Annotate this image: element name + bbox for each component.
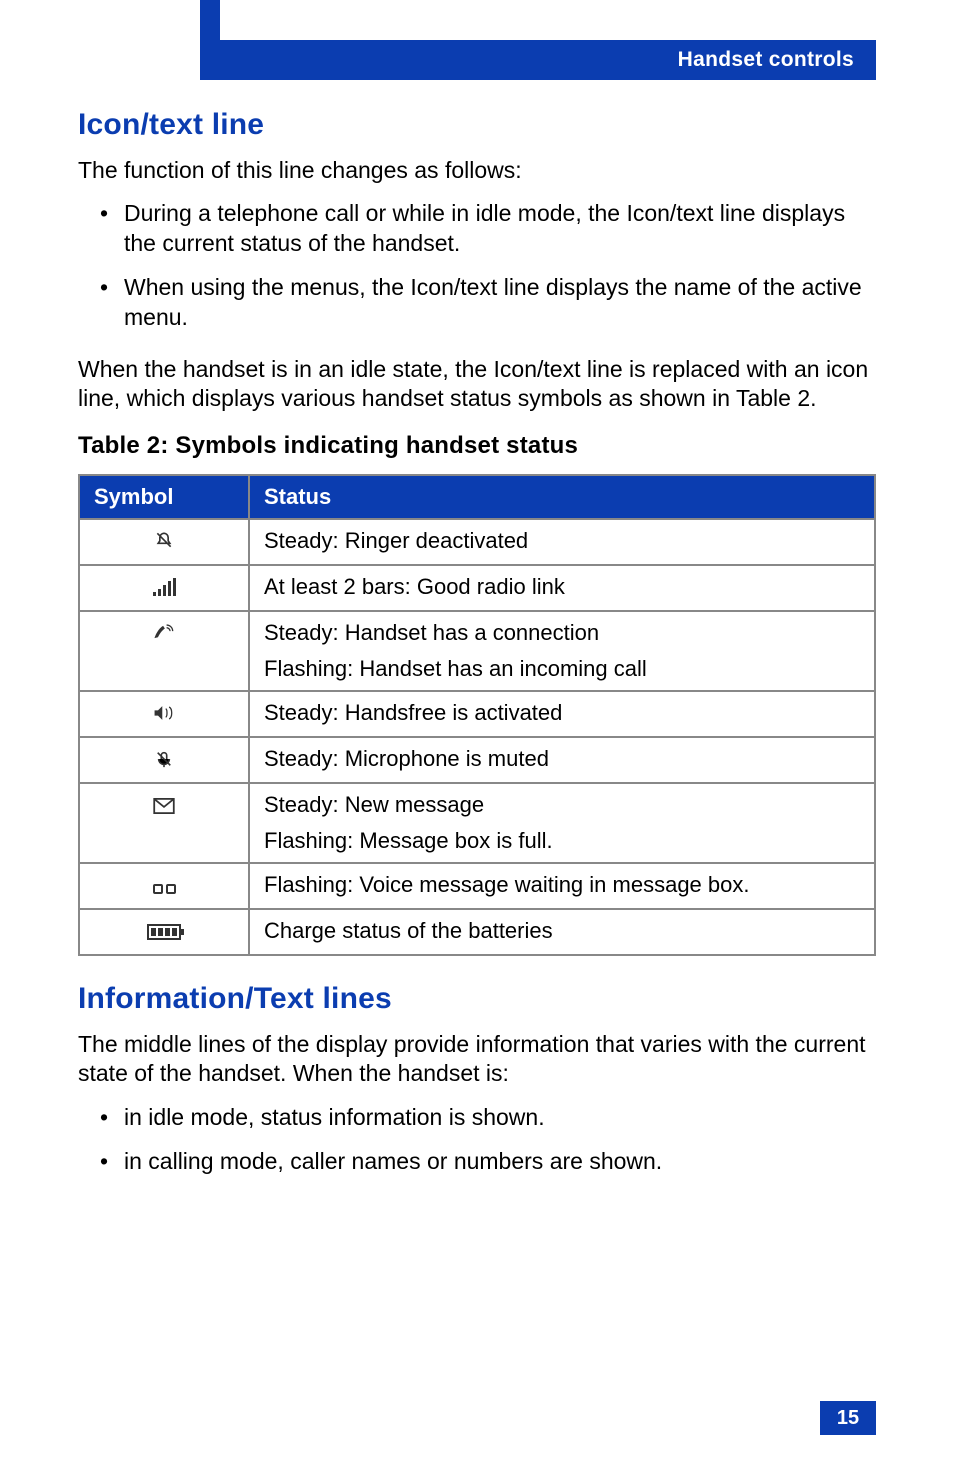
status-cell: Steady: New message Flashing: Message bo… (249, 783, 875, 863)
ringer-off-icon (154, 530, 174, 554)
table-row: Steady: Handset has a connection Flashin… (79, 611, 875, 691)
table-row: Steady: New message Flashing: Message bo… (79, 783, 875, 863)
symbols-table: Symbol Status Steady: Ringer deactivated (78, 474, 876, 956)
header-section-title: Handset controls (678, 48, 854, 72)
col-header-status: Status (249, 475, 875, 519)
section1-para2: When the handset is in an idle state, th… (78, 355, 876, 414)
col-header-symbol: Symbol (79, 475, 249, 519)
symbol-cell (79, 863, 249, 909)
status-line: Flashing: Handset has an incoming call (264, 656, 860, 682)
symbol-cell (79, 691, 249, 737)
status-line: Steady: Handset has a connection (264, 620, 860, 646)
status-line: Charge status of the batteries (264, 918, 860, 944)
table-header-row: Symbol Status (79, 475, 875, 519)
status-cell: Steady: Handset has a connection Flashin… (249, 611, 875, 691)
header-banner: Handset controls (220, 40, 876, 80)
signal-bars-icon (153, 578, 176, 596)
status-line: Steady: Microphone is muted (264, 746, 860, 772)
section1-bullet-list: • During a telephone call or while in id… (78, 199, 876, 333)
bullet-dot: • (78, 1103, 124, 1133)
list-item: • During a telephone call or while in id… (78, 199, 876, 259)
bullet-text: in idle mode, status information is show… (124, 1103, 876, 1133)
status-cell: Steady: Ringer deactivated (249, 519, 875, 565)
handsfree-icon (152, 704, 176, 726)
symbol-cell (79, 909, 249, 955)
table-row: Flashing: Voice message waiting in messa… (79, 863, 875, 909)
voicemail-tape-icon (153, 884, 176, 894)
symbol-cell (79, 783, 249, 863)
list-item: • in calling mode, caller names or numbe… (78, 1147, 876, 1177)
status-cell: At least 2 bars: Good radio link (249, 565, 875, 611)
battery-icon (147, 924, 181, 940)
mic-muted-icon (155, 750, 173, 772)
bullet-dot: • (78, 273, 124, 333)
table-title: Table 2: Symbols indicating handset stat… (78, 432, 876, 460)
content-area: Icon/text line The function of this line… (78, 108, 876, 1199)
list-item: • When using the menus, the Icon/text li… (78, 273, 876, 333)
status-cell: Charge status of the batteries (249, 909, 875, 955)
status-line: Flashing: Voice message waiting in messa… (264, 872, 860, 898)
section-heading-icon-text-line: Icon/text line (78, 108, 876, 142)
table-row: At least 2 bars: Good radio link (79, 565, 875, 611)
status-cell: Steady: Microphone is muted (249, 737, 875, 783)
table-row: Steady: Handsfree is activated (79, 691, 875, 737)
table-row: Steady: Ringer deactivated (79, 519, 875, 565)
bullet-text: During a telephone call or while in idle… (124, 199, 876, 259)
status-line: Flashing: Message box is full. (264, 828, 860, 854)
list-item: • in idle mode, status information is sh… (78, 1103, 876, 1133)
symbol-cell (79, 565, 249, 611)
section2: Information/Text lines The middle lines … (78, 982, 876, 1177)
section2-bullet-list: • in idle mode, status information is sh… (78, 1103, 876, 1177)
envelope-icon (153, 796, 175, 818)
status-line: Steady: New message (264, 792, 860, 818)
page-number: 15 (820, 1401, 876, 1435)
bullet-dot: • (78, 1147, 124, 1177)
status-line: Steady: Handsfree is activated (264, 700, 860, 726)
symbol-cell (79, 519, 249, 565)
symbol-cell (79, 611, 249, 691)
bullet-dot: • (78, 199, 124, 259)
section2-intro: The middle lines of the display provide … (78, 1030, 876, 1089)
bullet-text: When using the menus, the Icon/text line… (124, 273, 876, 333)
page: Handset controls Icon/text line The func… (0, 0, 954, 1475)
status-line: Steady: Ringer deactivated (264, 528, 860, 554)
table-row: Steady: Microphone is muted (79, 737, 875, 783)
status-line: At least 2 bars: Good radio link (264, 574, 860, 600)
handset-connection-icon (151, 622, 177, 646)
sidebar-accent (200, 0, 220, 80)
status-cell: Flashing: Voice message waiting in messa… (249, 863, 875, 909)
section-heading-info-text-lines: Information/Text lines (78, 982, 876, 1016)
table-row: Charge status of the batteries (79, 909, 875, 955)
symbol-cell (79, 737, 249, 783)
section1-intro: The function of this line changes as fol… (78, 156, 876, 185)
status-cell: Steady: Handsfree is activated (249, 691, 875, 737)
bullet-text: in calling mode, caller names or numbers… (124, 1147, 876, 1177)
